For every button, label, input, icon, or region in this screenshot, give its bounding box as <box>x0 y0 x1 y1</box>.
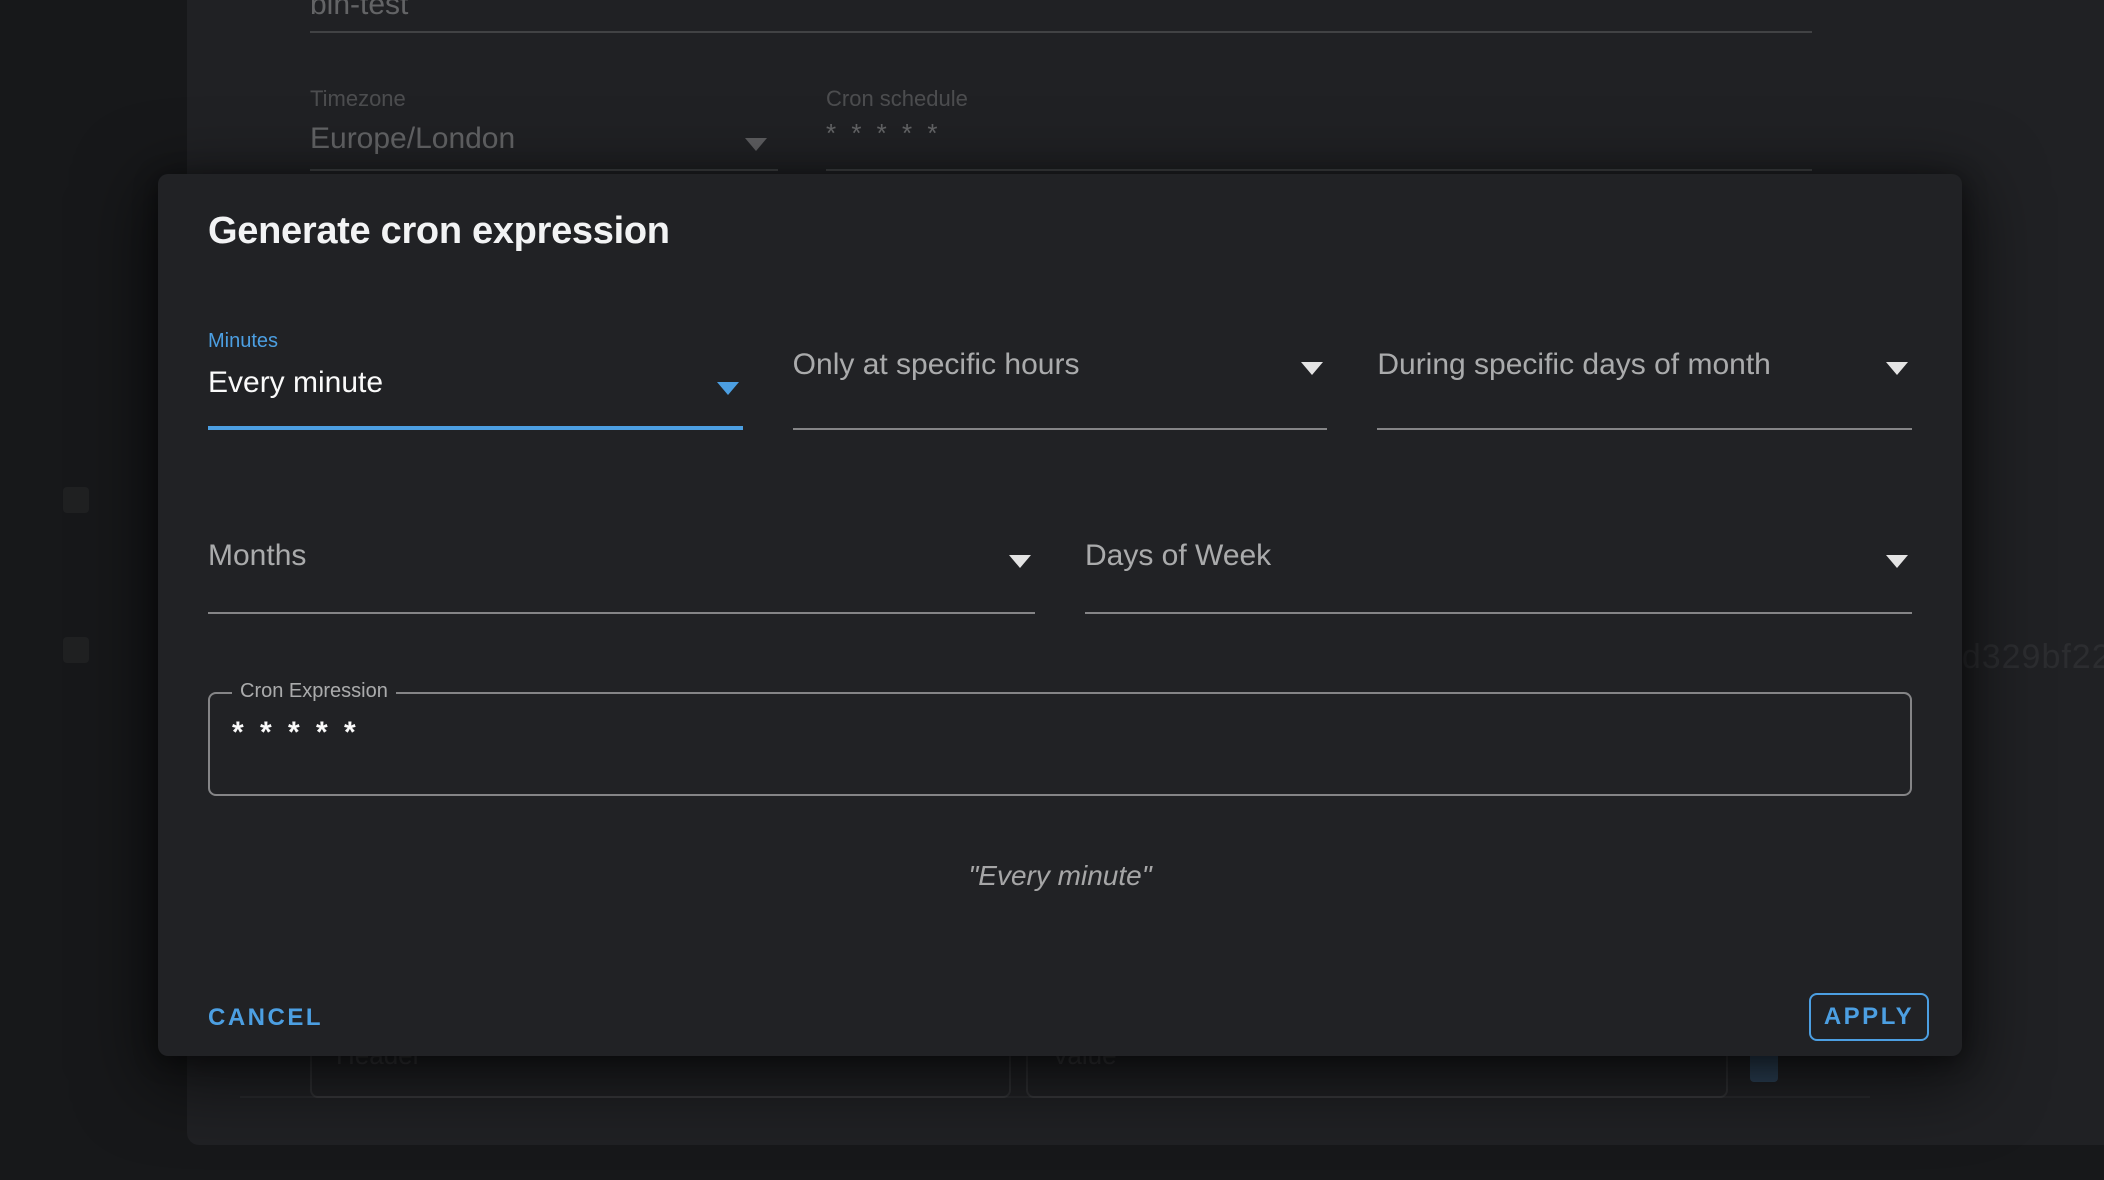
chevron-down-icon <box>745 138 767 151</box>
cancel-button[interactable]: CANCEL <box>196 994 335 1042</box>
generate-cron-dialog: Generate cron expression Minutes Every m… <box>158 174 1962 1056</box>
days-of-week-select-value: Days of Week <box>1085 539 1271 573</box>
hours-select[interactable]: Only at specific hours <box>793 324 1328 430</box>
selects-row-2: Months Days of Week <box>208 529 1912 614</box>
minutes-select[interactable]: Minutes Every minute <box>208 324 743 430</box>
cron-schedule-label: Cron schedule <box>826 86 968 112</box>
cron-schedule-underline <box>826 169 1812 171</box>
cron-expression-label: Cron Expression <box>232 680 396 703</box>
hours-select-value: Only at specific hours <box>793 348 1080 382</box>
cron-description: "Every minute" <box>158 860 1962 892</box>
days-of-month-select-value: During specific days of month <box>1377 348 1771 382</box>
chevron-down-icon <box>1009 555 1031 568</box>
name-field-underline <box>310 31 1812 33</box>
cron-expression-field[interactable]: Cron Expression * * * * * <box>208 692 1912 796</box>
minutes-select-value: Every minute <box>208 366 383 400</box>
chevron-down-icon <box>1301 362 1323 375</box>
screen: { "colors": { "accent": "#4C9FE2", "moda… <box>0 0 2104 1180</box>
chevron-down-icon <box>1886 362 1908 375</box>
apply-button[interactable]: APPLY <box>1809 993 1929 1041</box>
timezone-value: Europe/London <box>310 122 515 156</box>
pipeline-name-value: bin-test <box>310 0 408 22</box>
background-divider <box>240 1096 1870 1098</box>
cron-schedule-value: * * * * * <box>826 118 942 149</box>
selects-row-1: Minutes Every minute Only at specific ho… <box>208 324 1912 430</box>
sidebar-icon <box>63 637 89 663</box>
chevron-down-icon <box>717 382 739 395</box>
months-select-value: Months <box>208 539 306 573</box>
timezone-label: Timezone <box>310 86 406 112</box>
timezone-underline <box>310 169 778 171</box>
months-select[interactable]: Months <box>208 529 1035 614</box>
days-of-week-select[interactable]: Days of Week <box>1085 529 1912 614</box>
chevron-down-icon <box>1886 555 1908 568</box>
dialog-title: Generate cron expression <box>208 210 670 253</box>
minutes-select-label: Minutes <box>208 330 278 353</box>
days-of-month-select[interactable]: During specific days of month <box>1377 324 1912 430</box>
sidebar-icon <box>63 487 89 513</box>
cron-expression-value: * * * * * <box>232 716 360 750</box>
